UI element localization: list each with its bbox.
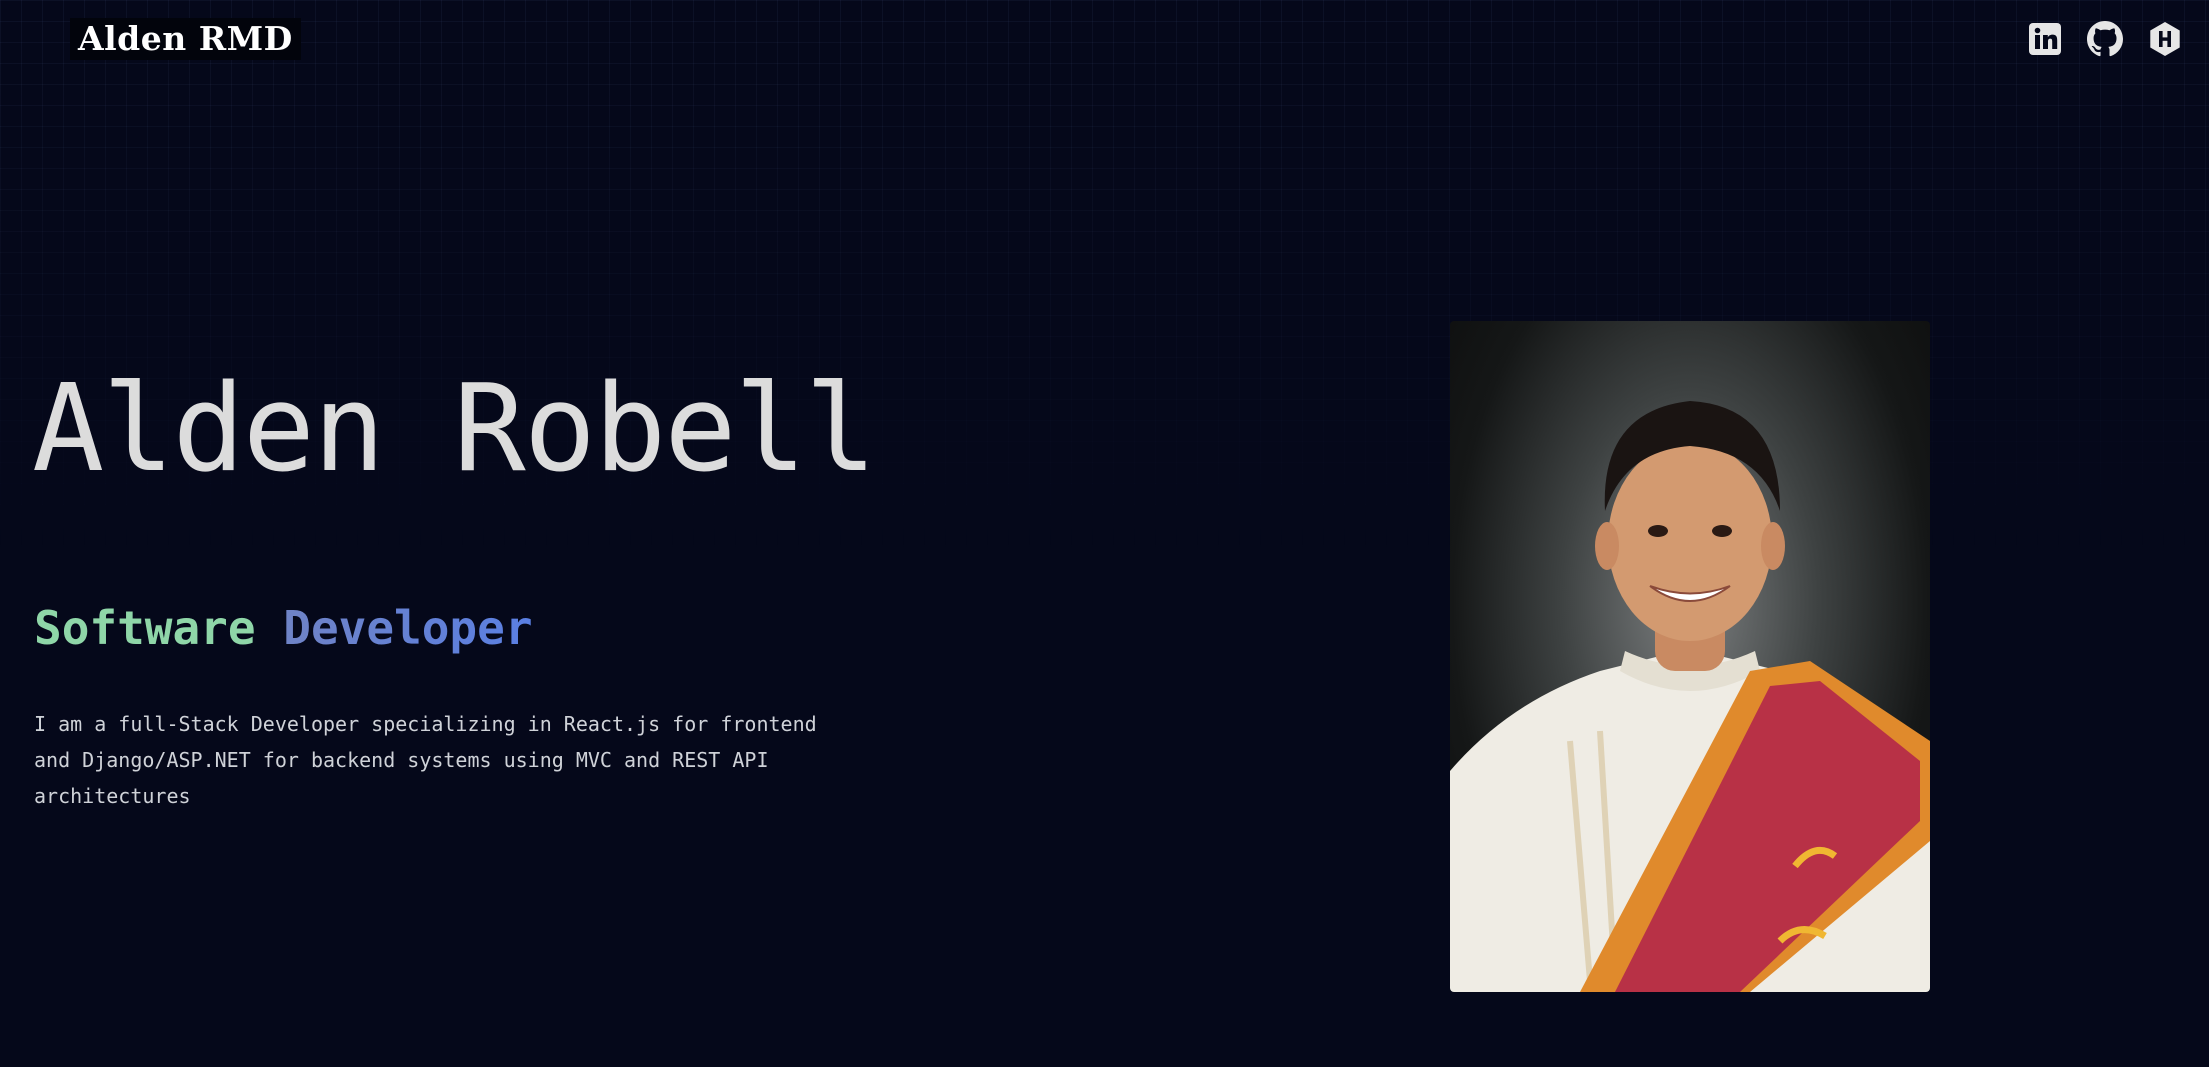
profile-photo — [1450, 321, 1930, 992]
role-word-software: Software — [34, 601, 256, 655]
site-logo[interactable]: Alden RMD — [70, 18, 301, 60]
linkedin-link[interactable] — [2026, 20, 2064, 58]
github-icon — [2087, 21, 2123, 57]
hashnode-link[interactable] — [2146, 20, 2184, 58]
hero-role: Software Developer — [34, 598, 533, 658]
hashnode-icon — [2150, 22, 2180, 56]
hero-name: Alden Robell — [32, 360, 877, 499]
hero-bio: I am a full-Stack Developer specializing… — [34, 712, 817, 808]
role-word-developer: Developer — [283, 601, 533, 655]
github-link[interactable] — [2086, 20, 2124, 58]
linkedin-icon — [2029, 23, 2061, 55]
social-links — [2026, 20, 2184, 58]
